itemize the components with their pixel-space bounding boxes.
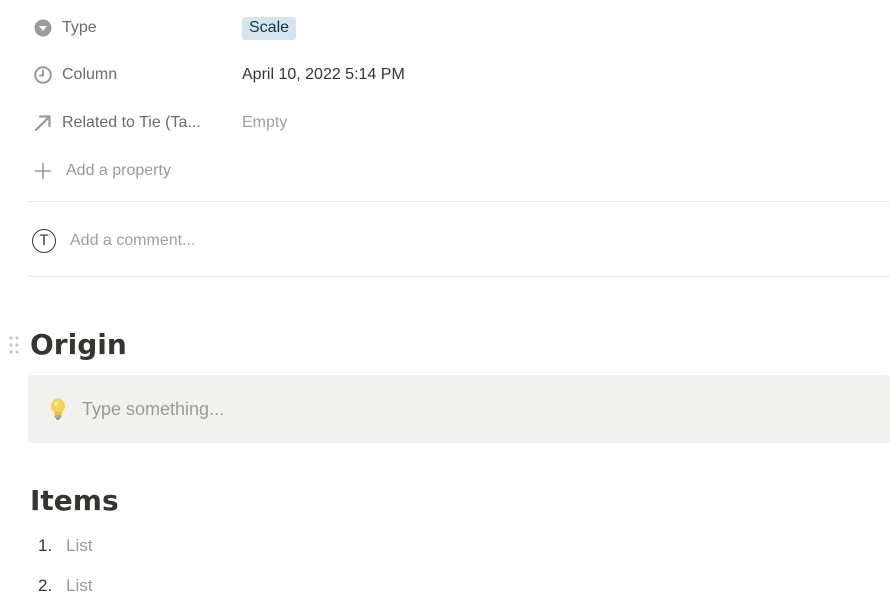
comment-row[interactable]: T Add a comment... xyxy=(28,222,195,260)
property-name-type: Type xyxy=(62,19,97,36)
select-icon xyxy=(28,19,62,37)
clock-icon xyxy=(28,66,62,84)
callout-block[interactable]: Type something... xyxy=(28,375,890,443)
list-item-text[interactable]: List xyxy=(66,536,92,556)
heading-items[interactable]: Items xyxy=(30,484,119,517)
heading-origin[interactable]: Origin xyxy=(30,328,127,361)
property-value-type[interactable]: Scale xyxy=(238,16,297,40)
list-number: 2. xyxy=(38,576,53,595)
property-row-type[interactable]: Type Scale xyxy=(28,9,890,47)
list-number: 1. xyxy=(38,536,53,555)
plus-icon xyxy=(28,162,62,180)
select-tag: Scale xyxy=(242,16,297,40)
list-item-text[interactable]: List xyxy=(66,576,92,596)
list-item[interactable]: 2. List xyxy=(38,576,92,596)
drag-handle-icon[interactable] xyxy=(8,334,20,356)
callout-input[interactable]: Type something... xyxy=(82,399,224,420)
lightbulb-icon[interactable] xyxy=(48,397,68,421)
property-row-related[interactable]: Related to Tie (Ta... Empty xyxy=(28,104,890,142)
property-value-related[interactable]: Empty xyxy=(238,114,287,132)
divider xyxy=(28,276,890,277)
add-property-label: Add a property xyxy=(66,162,171,179)
property-row-column[interactable]: Column April 10, 2022 5:14 PM xyxy=(28,56,890,94)
property-name-related: Related to Tie (Ta... xyxy=(62,114,201,131)
list-item[interactable]: 1. List xyxy=(38,536,92,556)
comment-input[interactable]: Add a comment... xyxy=(70,232,195,250)
avatar: T xyxy=(32,229,56,253)
property-value-column[interactable]: April 10, 2022 5:14 PM xyxy=(238,66,405,84)
add-property-button[interactable]: Add a property xyxy=(28,152,171,190)
property-name-column: Column xyxy=(62,66,118,83)
relation-arrow-icon xyxy=(28,114,62,132)
notion-page: Type Scale Column April 10, 2022 5:14 PM… xyxy=(0,0,890,611)
divider xyxy=(28,201,890,202)
